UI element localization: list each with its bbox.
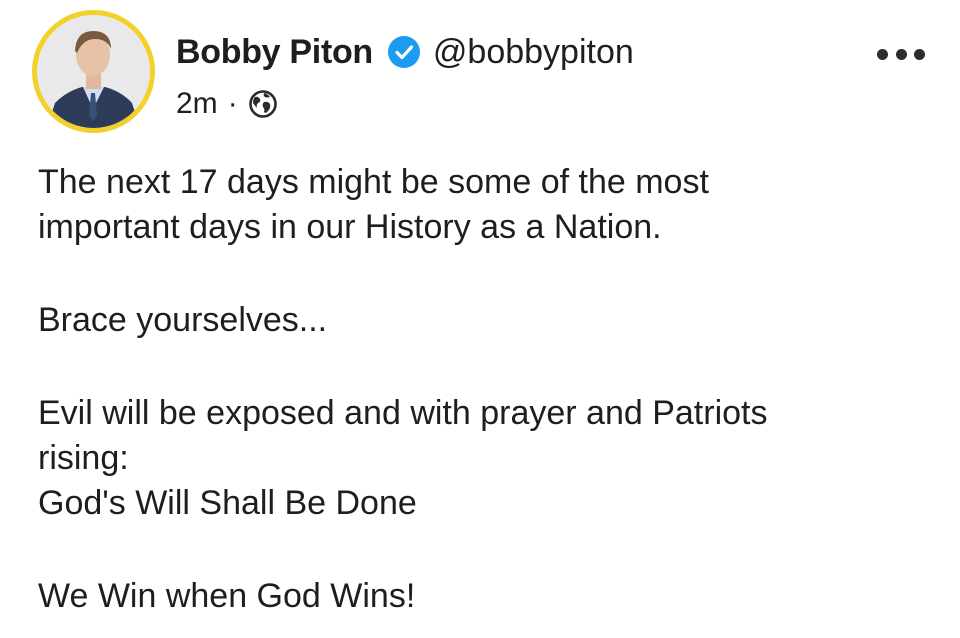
post-paragraph: We Win when God Wins! xyxy=(38,574,938,619)
author-handle[interactable]: @bobbypiton xyxy=(433,33,634,72)
post-line: Brace yourselves... xyxy=(38,301,328,339)
post-line: We Win when God Wins! xyxy=(38,577,416,615)
post-line: The next 17 days might be some of the mo… xyxy=(38,163,709,201)
avatar[interactable] xyxy=(32,10,155,133)
more-dot xyxy=(914,48,925,60)
globe-icon xyxy=(248,89,278,119)
more-options-icon[interactable] xyxy=(877,40,925,68)
post-paragraph: Evil will be exposed and with prayer and… xyxy=(38,391,938,526)
post-paragraph: Brace yourselves... xyxy=(38,298,938,343)
post-line: rising: xyxy=(38,439,129,477)
author-row: Bobby Piton @bobbypiton xyxy=(176,30,634,74)
post-card: Bobby Piton @bobbypiton 2m · The next 17… xyxy=(0,0,960,638)
verified-badge-icon xyxy=(387,35,421,69)
more-dot xyxy=(877,48,888,60)
post-line: God's Will Shall Be Done xyxy=(38,484,417,522)
more-dot xyxy=(895,48,907,60)
author-name[interactable]: Bobby Piton xyxy=(176,33,373,72)
post-line: important days in our History as a Natio… xyxy=(38,208,662,246)
profile-photo xyxy=(37,15,150,128)
post-timestamp[interactable]: 2m xyxy=(176,87,218,121)
post-body: The next 17 days might be some of the mo… xyxy=(38,160,938,619)
post-meta: 2m · xyxy=(176,84,278,124)
post-line: Evil will be exposed and with prayer and… xyxy=(38,394,768,432)
post-paragraph: The next 17 days might be some of the mo… xyxy=(38,160,938,250)
meta-separator: · xyxy=(227,87,238,120)
